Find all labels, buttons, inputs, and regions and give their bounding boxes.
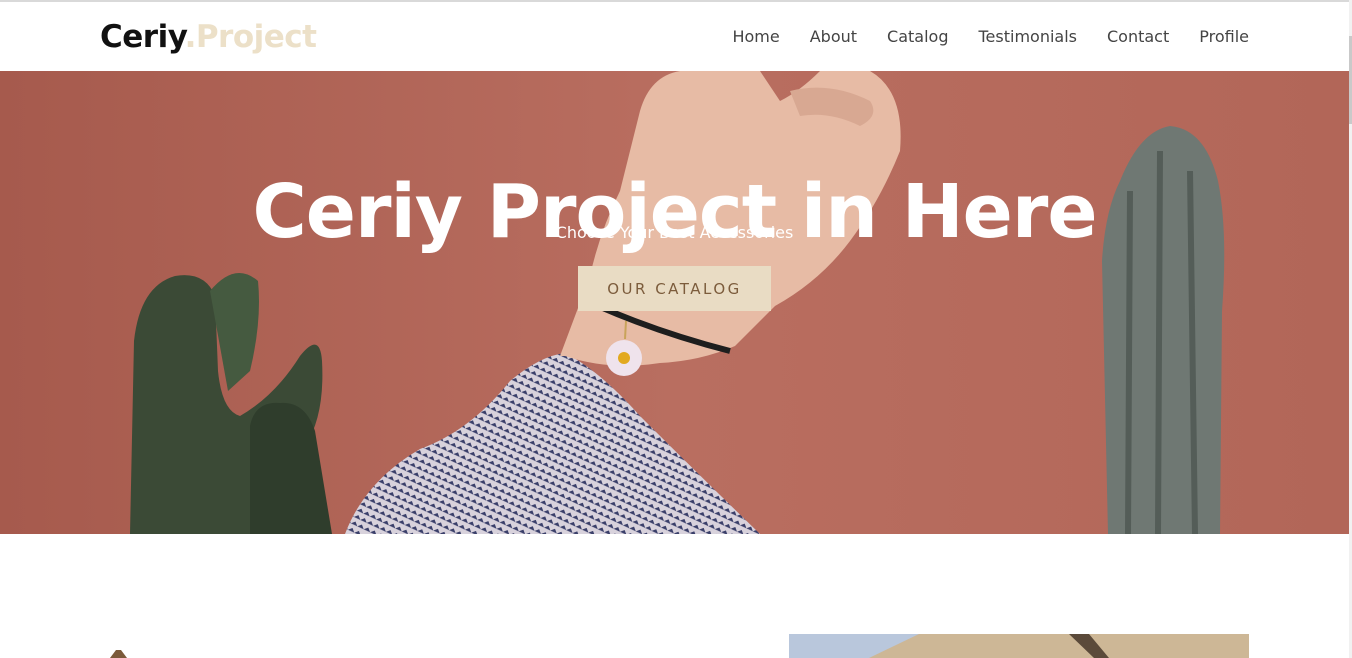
nav-catalog[interactable]: Catalog [887,26,948,48]
nav-home[interactable]: Home [732,26,779,48]
main-nav: Home About Catalog Testimonials Contact … [732,26,1249,48]
brand-logo[interactable]: Ceriy.Project [100,18,317,56]
hero-section: Ceriy Project in Here Choose Your Best A… [0,71,1349,534]
landing-page: Ceriy.Project Home About Catalog Testimo… [0,0,1352,658]
section-heading-peek [110,650,127,658]
flower-charm [606,340,642,376]
nav-about[interactable]: About [810,26,857,48]
nav-profile[interactable]: Profile [1199,26,1249,48]
about-image [789,634,1249,658]
hero-subtitle: Choose Your Best Accessories [555,223,794,242]
our-catalog-button[interactable]: OUR CATALOG [578,266,771,311]
nav-contact[interactable]: Contact [1107,26,1169,48]
brand-suffix: .Project [184,19,317,55]
navbar: Ceriy.Project Home About Catalog Testimo… [0,2,1352,72]
brand-name: Ceriy [100,19,185,55]
nav-testimonials[interactable]: Testimonials [979,26,1078,48]
